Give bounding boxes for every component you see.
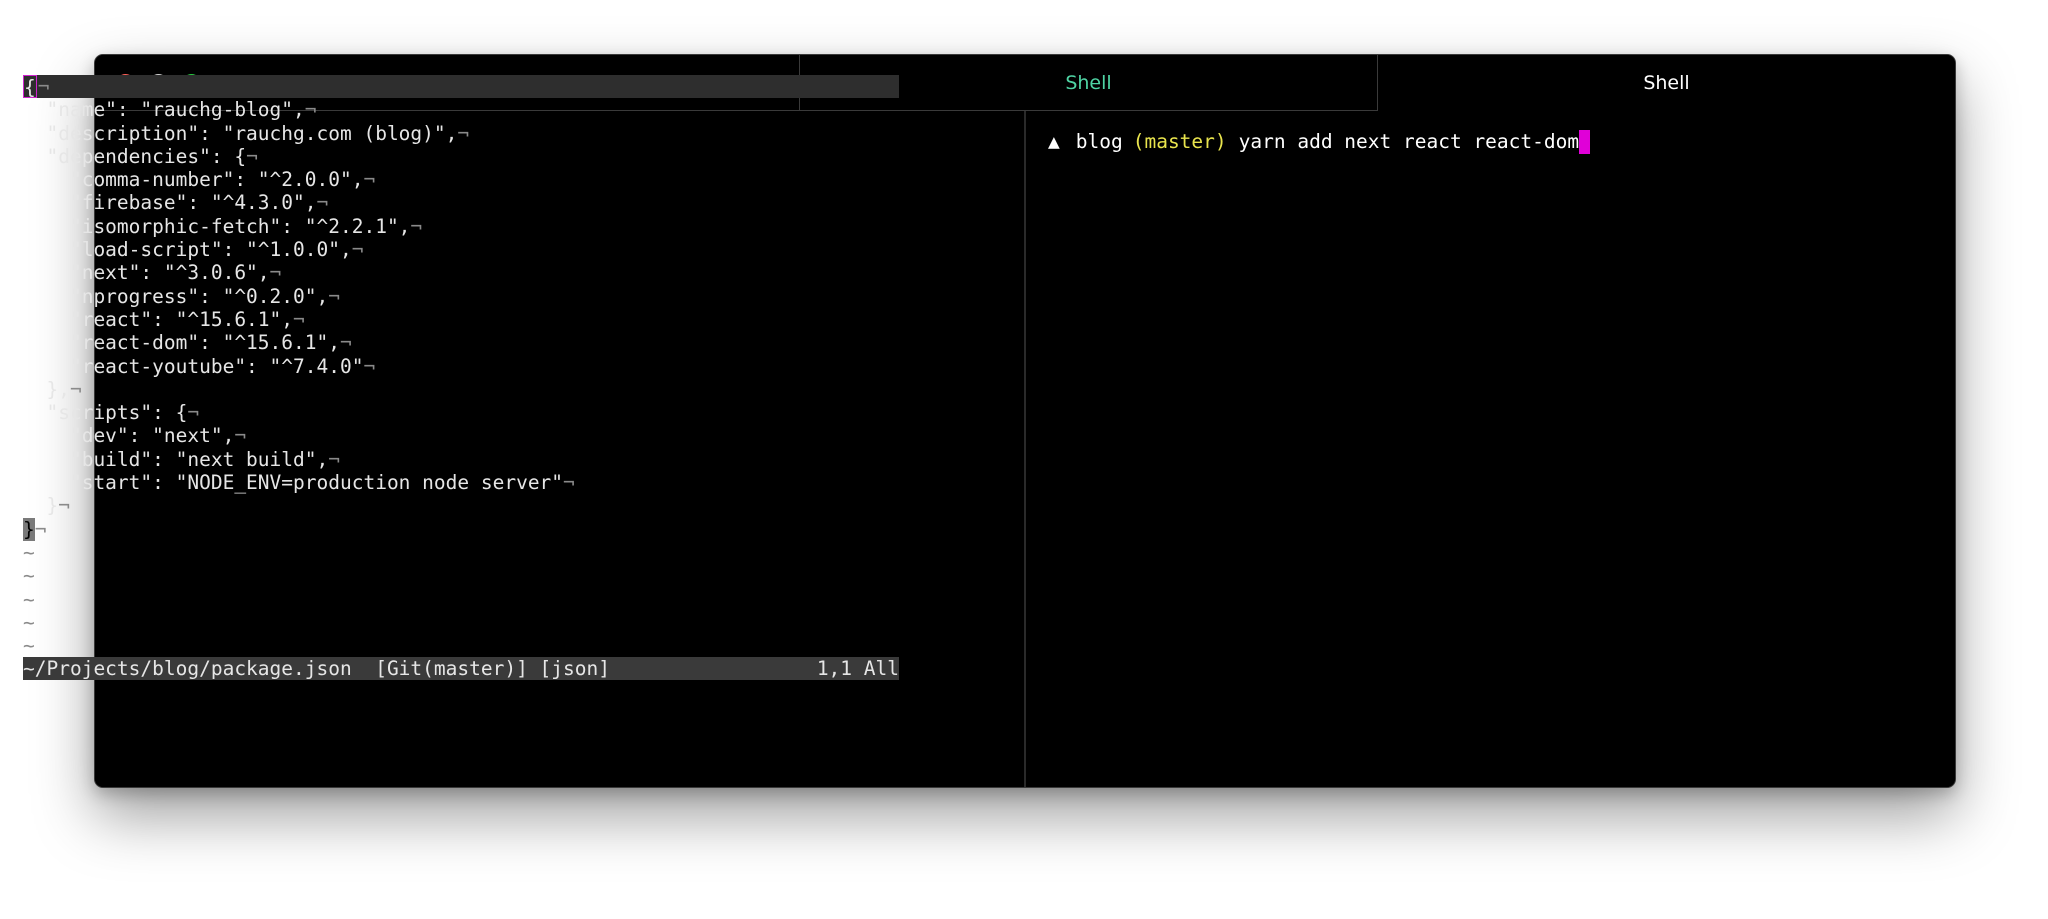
editor-line-text: "react-youtube": "^7.4.0" xyxy=(23,354,364,378)
editor-line: "react-dom": "^15.6.1", ¬ xyxy=(23,331,899,354)
eol-marker: ¬ xyxy=(69,377,82,401)
prompt-directory: blog xyxy=(1075,130,1123,153)
shell-prompt-line[interactable]: ▲ blog (master) yarn add next react reac… xyxy=(1048,130,1591,154)
editor-line-text: "start": "NODE_ENV=production node serve… xyxy=(23,471,564,495)
editor-line: } ¬ xyxy=(23,517,899,541)
eol-marker: ¬ xyxy=(457,121,470,145)
eol-marker: ¬ xyxy=(339,331,352,355)
eol-marker: ¬ xyxy=(363,354,376,378)
eol-marker: ¬ xyxy=(234,424,247,448)
editor-line: "start": "NODE_ENV=production node serve… xyxy=(23,471,899,494)
editor-line: "firebase": "^4.3.0", ¬ xyxy=(23,191,899,214)
eol-marker: ¬ xyxy=(563,471,575,495)
tilde-marker: ~ xyxy=(23,610,35,634)
tilde-marker: ~ xyxy=(23,540,35,564)
shell-pane[interactable] xyxy=(1026,111,1955,787)
empty-buffer-line: ~ xyxy=(23,588,899,611)
editor-line-text: "next": "^3.0.6", xyxy=(23,261,270,285)
eol-marker: ¬ xyxy=(37,75,50,98)
editor-line-text: "scripts": { xyxy=(23,401,188,425)
editor-line: }, ¬ xyxy=(23,378,899,401)
editor-line: "react": "^15.6.1", ¬ xyxy=(23,308,899,331)
eol-marker: ¬ xyxy=(304,98,317,122)
editor-line: "nprogress": "^0.2.0", ¬ xyxy=(23,285,899,308)
eol-marker: ¬ xyxy=(187,401,200,425)
editor-line: } ¬ xyxy=(23,494,899,517)
editor-line-text: }, xyxy=(23,377,70,401)
editor-line-text: "load-script": "^1.0.0", xyxy=(23,238,352,262)
matching-brace: } xyxy=(23,517,35,541)
statusline-position: 1,1 All xyxy=(816,657,899,680)
eol-marker: ¬ xyxy=(351,238,364,262)
editor-line: "react-youtube": "^7.4.0" ¬ xyxy=(23,355,899,378)
eol-marker: ¬ xyxy=(293,307,305,331)
vim-statusline: ~/Projects/blog/package.json [Git(master… xyxy=(23,657,899,680)
editor-line-text: "isomorphic-fetch": "^2.2.1", xyxy=(23,214,411,238)
tilde-marker: ~ xyxy=(23,587,35,611)
editor-line-text: "react": "^15.6.1", xyxy=(23,307,294,331)
editor-line: "isomorphic-fetch": "^2.2.1", ¬ xyxy=(23,215,899,238)
empty-buffer-line: ~ xyxy=(23,564,899,587)
tilde-marker: ~ xyxy=(23,634,35,658)
editor-line-text: "build": "next build", xyxy=(23,447,329,471)
eol-marker: ¬ xyxy=(363,168,376,192)
eol-marker: ¬ xyxy=(246,144,258,168)
editor-line-text: "dev": "next", xyxy=(23,424,235,448)
empty-buffer-line: ~ xyxy=(23,634,899,657)
empty-buffer-line: ~ xyxy=(23,611,899,634)
eol-marker: ¬ xyxy=(328,447,340,471)
eol-marker: ¬ xyxy=(328,284,340,308)
editor-line-text: "nprogress": "^0.2.0", xyxy=(23,284,329,308)
editor-line: {¬ xyxy=(23,75,899,99)
editor-line: "description": "rauchg.com (blog)", ¬ xyxy=(23,122,899,145)
eol-marker: ¬ xyxy=(34,517,47,541)
eol-marker: ¬ xyxy=(58,494,70,518)
prompt-arrow-icon: ▲ xyxy=(1048,130,1060,153)
editor-line: "load-script": "^1.0.0", ¬ xyxy=(23,238,899,261)
matching-brace: { xyxy=(23,75,37,99)
editor-line-text: "react-dom": "^15.6.1", xyxy=(23,331,340,355)
editor-line: "scripts": {¬ xyxy=(23,401,899,424)
editor-line-text: "firebase": "^4.3.0", xyxy=(23,191,317,215)
editor-line: "name": "rauchg-blog", ¬ xyxy=(23,98,899,121)
editor-line-text: "name": "rauchg-blog", xyxy=(23,98,305,122)
tilde-marker: ~ xyxy=(23,564,35,588)
editor-line-text: "dependencies": { xyxy=(23,144,247,168)
terminal-cursor xyxy=(1579,130,1591,154)
editor-line: "build": "next build", ¬ xyxy=(23,448,899,471)
eol-marker: ¬ xyxy=(316,191,329,215)
eol-marker: ¬ xyxy=(410,214,423,238)
vim-editor-buffer[interactable]: {¬ "name": "rauchg-blog", ¬ "description"… xyxy=(23,75,899,657)
editor-line: "next": "^3.0.6", ¬ xyxy=(23,261,899,284)
editor-line-text: "comma-number": "^2.0.0", xyxy=(23,168,364,192)
prompt-git-branch: (master) xyxy=(1132,130,1227,153)
tab-shell-3[interactable]: Shell xyxy=(1377,55,1955,111)
eol-marker: ¬ xyxy=(269,261,282,285)
editor-line: "comma-number": "^2.0.0", ¬ xyxy=(23,168,899,191)
shell-command-input[interactable]: yarn add next react react-dom xyxy=(1239,130,1579,154)
editor-line-text: "description": "rauchg.com (blog)", xyxy=(23,121,458,145)
editor-line: "dev": "next", ¬ xyxy=(23,424,899,447)
statusline-file: ~/Projects/blog/package.json [Git(master… xyxy=(23,657,610,680)
editor-line-text: } xyxy=(23,494,59,518)
editor-line: "dependencies": {¬ xyxy=(23,145,899,168)
empty-buffer-line: ~ xyxy=(23,541,899,564)
